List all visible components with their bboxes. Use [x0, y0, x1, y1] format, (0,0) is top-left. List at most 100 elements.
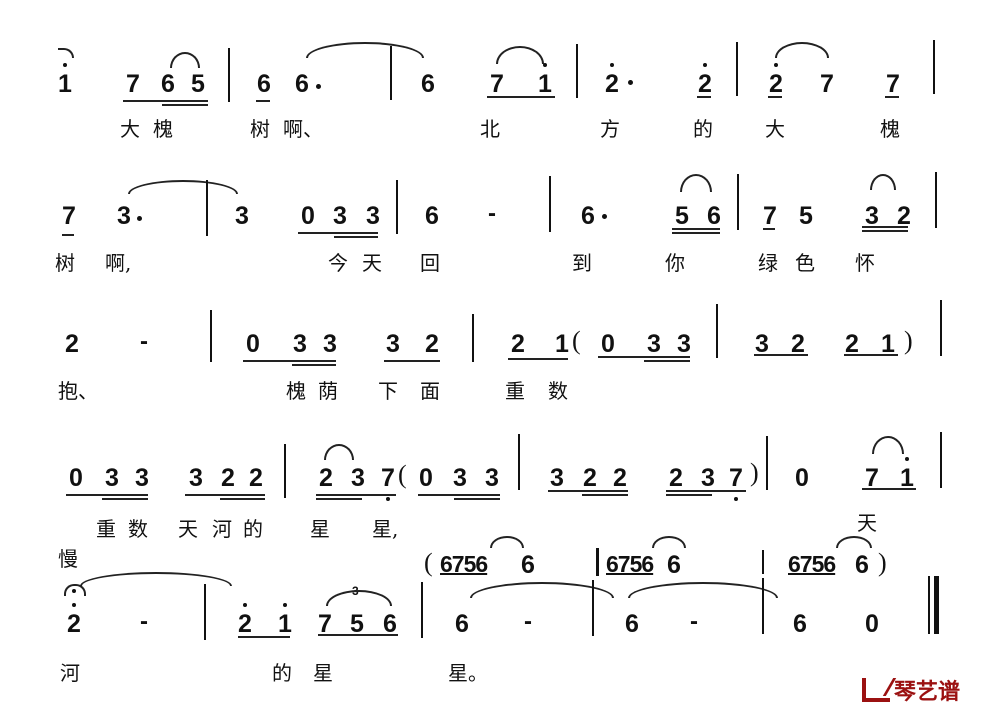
slur [170, 52, 200, 68]
parenthesis: ) [750, 458, 759, 487]
underline [123, 100, 208, 102]
slur [128, 180, 238, 194]
lyric: 回 [420, 251, 440, 275]
underline [162, 104, 208, 106]
lyric: 大 [765, 117, 785, 141]
lyric: 的 [272, 661, 292, 685]
underline [508, 358, 568, 360]
lyric: 色 [795, 251, 815, 275]
note: 6 [855, 551, 869, 579]
underline [862, 488, 916, 490]
note: 6 [257, 70, 271, 98]
final-barline [934, 576, 939, 634]
barline [737, 174, 739, 230]
note: 3 [677, 330, 691, 358]
note: 1 [55, 63, 75, 97]
note: 6 [161, 70, 175, 98]
lyric: 绿 [758, 251, 778, 275]
underline [418, 494, 500, 496]
note: 3 [485, 464, 499, 492]
note: 0 [419, 464, 433, 492]
barline [390, 46, 392, 100]
note: 2 [511, 330, 525, 358]
note: 6 [521, 551, 535, 579]
parenthesis: ) [904, 326, 913, 355]
note: 3 [701, 464, 715, 492]
note: 0 [69, 464, 83, 492]
note: 5 [799, 202, 813, 230]
underline [238, 636, 290, 638]
underline [844, 354, 898, 356]
note: 1 [555, 330, 569, 358]
note-group: 6756 [440, 551, 488, 577]
barline [576, 44, 578, 98]
underline [862, 226, 908, 228]
underline [66, 494, 148, 496]
slur [872, 436, 904, 454]
note: 3 [235, 202, 249, 230]
note: 2 [669, 464, 683, 492]
slur [496, 46, 544, 64]
underline [885, 96, 899, 98]
underline [672, 232, 720, 234]
note: 0 [301, 202, 315, 230]
lyric: 树 [55, 251, 75, 275]
lyric: 河 [60, 661, 80, 685]
lyric: 啊, [105, 251, 132, 275]
logo-icon [862, 678, 890, 702]
note: 6 [707, 202, 721, 230]
slur [680, 174, 712, 192]
barline [210, 310, 212, 362]
note: 3 [647, 330, 661, 358]
lyric: 你 [665, 251, 685, 275]
note: 3 [323, 330, 337, 358]
note: 7 [763, 202, 777, 230]
parenthesis: ( [572, 326, 581, 355]
underline [316, 498, 362, 500]
underline [62, 234, 74, 236]
dash: - [140, 328, 148, 355]
note-group: 6756 [788, 551, 836, 577]
note: 3 [117, 202, 131, 230]
note: 3 [453, 464, 467, 492]
note: 0 [601, 330, 615, 358]
barline [716, 304, 718, 358]
barline [766, 436, 768, 490]
underline [220, 498, 265, 500]
barline [396, 180, 398, 234]
note: 2 [64, 603, 84, 637]
note: 3 [333, 202, 347, 230]
lyric: 方 [600, 117, 620, 141]
barline [935, 172, 937, 228]
augmentation-dot [316, 84, 321, 89]
note: 6 [625, 610, 639, 638]
lyric: 槐 [880, 117, 900, 141]
underline [768, 96, 782, 98]
lyric: 星 [313, 661, 333, 685]
underline [763, 228, 775, 230]
note: 7 [126, 70, 140, 98]
note: 5 [675, 202, 689, 230]
underline [644, 360, 690, 362]
note: 0 [246, 330, 260, 358]
slur [306, 42, 424, 58]
lyric: 重 [505, 379, 525, 403]
underline [298, 232, 378, 234]
note: 1 [535, 63, 555, 97]
lyric: 数 [548, 379, 568, 403]
note: 6 [455, 610, 469, 638]
underline [666, 490, 746, 492]
parenthesis: ( [424, 548, 433, 577]
dash: - [690, 608, 698, 635]
barline [284, 444, 286, 498]
barline [421, 582, 423, 638]
underline [316, 494, 396, 496]
barline [472, 314, 474, 362]
lyric: 到 [572, 251, 592, 275]
note: 2 [235, 603, 255, 637]
barline [228, 48, 230, 102]
note: 7 [62, 202, 76, 230]
parenthesis: ( [398, 460, 407, 489]
note: 2 [65, 330, 79, 358]
note: 3 [351, 464, 365, 492]
